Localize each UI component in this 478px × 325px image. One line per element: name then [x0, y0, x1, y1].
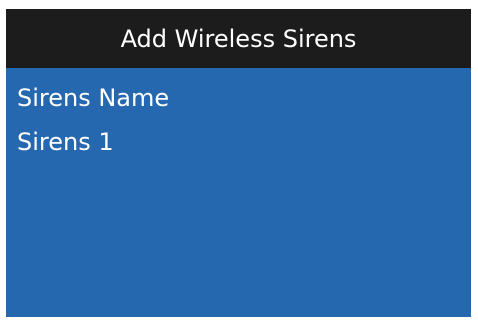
sirens-name-value[interactable]: Sirens 1 — [17, 120, 471, 164]
title-bar: Add Wireless Sirens — [6, 9, 471, 68]
form-area: Sirens Name Sirens 1 — [6, 68, 471, 164]
device-screen: Add Wireless Sirens Sirens Name Sirens 1 — [6, 9, 471, 317]
page-title: Add Wireless Sirens — [120, 24, 357, 53]
sirens-name-label: Sirens Name — [17, 84, 170, 112]
